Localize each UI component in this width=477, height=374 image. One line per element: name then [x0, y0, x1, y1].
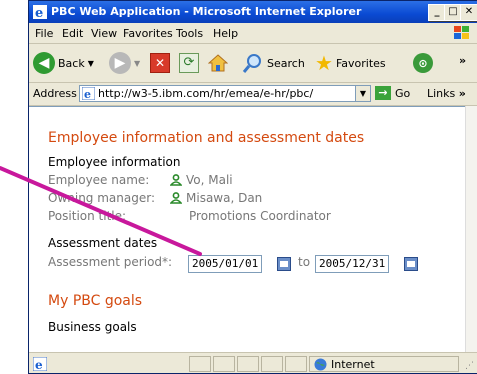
address-label: Address [33, 87, 77, 100]
toolbar-overflow-icon[interactable]: » [459, 54, 466, 67]
media-icon: ⊙ [413, 53, 433, 73]
menu-help[interactable]: Help [213, 27, 238, 40]
chevron-down-icon: ▼ [87, 58, 94, 68]
go-label: Go [395, 86, 411, 100]
close-button[interactable]: ✕ [460, 4, 477, 21]
back-label: Back [58, 56, 85, 70]
stop-button[interactable]: ✕ [150, 52, 170, 74]
home-icon [208, 54, 228, 72]
title-bar: e PBC Web Application - Microsoft Intern… [29, 1, 477, 23]
svg-text:e: e [35, 6, 43, 19]
back-arrow-icon: ◀ [33, 52, 55, 74]
address-url: http://w3-5.ibm.com/hr/emea/e-hr/pbc/ [98, 87, 314, 100]
employee-name: Vo, Mali [170, 173, 233, 187]
links-label: Links [427, 87, 456, 100]
search-label: Search [267, 56, 305, 70]
globe-icon [314, 358, 327, 370]
zone-label: Internet [331, 357, 375, 371]
search-button[interactable]: Search [242, 52, 305, 74]
links-button[interactable]: Links » [427, 87, 466, 100]
menu-edit[interactable]: Edit [62, 27, 83, 40]
menu-tools[interactable]: Tools [176, 27, 203, 40]
vertical-scrollbar[interactable] [465, 106, 477, 352]
status-cell [261, 356, 283, 372]
page-content: Employee information and assessment date… [29, 106, 465, 353]
address-input[interactable]: e http://w3-5.ibm.com/hr/emea/e-hr/pbc/ … [79, 85, 371, 102]
search-icon [242, 54, 261, 73]
resize-grip-icon[interactable]: ⋰ [465, 361, 474, 371]
status-cell [213, 356, 235, 372]
address-bar: Address e http://w3-5.ibm.com/hr/emea/e-… [29, 83, 477, 106]
refresh-icon: ⟳ [179, 53, 199, 73]
window-title: PBC Web Application - Microsoft Internet… [51, 5, 362, 18]
menu-bar: File Edit View Favorites Tools Help [29, 23, 477, 44]
owning-manager-value: Misawa, Dan [186, 191, 263, 205]
toolbar: ◀ Back ▼ ▶ ▼ ✕ ⟳ Search ★ Favorites ⊙ » [29, 44, 477, 83]
zone-cell: Internet [309, 356, 459, 372]
forward-arrow-icon: ▶ [109, 52, 131, 74]
to-label: to [298, 255, 311, 269]
person-icon [170, 174, 182, 186]
stop-icon: ✕ [150, 53, 170, 73]
status-cell [237, 356, 259, 372]
forward-button[interactable]: ▶ ▼ [109, 52, 140, 74]
menu-view[interactable]: View [91, 27, 117, 40]
status-cell [285, 356, 307, 372]
media-button[interactable]: ⊙ [413, 52, 433, 74]
calendar-icon[interactable] [404, 257, 418, 271]
chevron-down-icon: ▼ [134, 58, 141, 68]
star-icon: ★ [315, 51, 333, 75]
page-status-icon: e [33, 357, 47, 371]
person-icon [170, 192, 182, 204]
status-bar: e Internet ⋰ [29, 352, 477, 373]
end-date-input[interactable]: 2005/12/31 [315, 255, 390, 273]
owning-manager-label: Owning manager: [48, 191, 156, 205]
go-arrow-icon: → [375, 86, 391, 100]
employee-section-heading: Employee information [48, 155, 181, 169]
svg-text:e: e [35, 358, 43, 371]
business-goals-heading: Business goals [48, 320, 137, 334]
refresh-button[interactable]: ⟳ [179, 52, 199, 74]
address-dropdown[interactable]: ▼ [355, 86, 370, 101]
position-title-label: Position title: [48, 209, 127, 223]
employee-name-value: Vo, Mali [186, 173, 233, 187]
calendar-icon[interactable] [277, 257, 291, 271]
start-date-input[interactable]: 2005/01/01 [188, 255, 263, 273]
home-button[interactable] [208, 52, 228, 74]
ie-icon: e [33, 5, 47, 19]
goals-heading: My PBC goals [48, 293, 143, 309]
svg-text:e: e [84, 88, 91, 100]
windows-logo-icon [454, 26, 469, 39]
go-button[interactable]: → Go [375, 86, 410, 100]
status-cell [189, 356, 211, 372]
links-overflow-icon: » [458, 87, 466, 100]
page-title: Employee information and assessment date… [48, 130, 365, 146]
assessment-section-heading: Assessment dates [48, 236, 158, 250]
employee-name-label: Employee name: [48, 173, 150, 187]
position-title: Promotions Coordinator [189, 209, 331, 223]
menu-favorites[interactable]: Favorites [123, 27, 173, 40]
favorites-label: Favorites [335, 56, 386, 70]
favorites-button[interactable]: ★ Favorites [315, 51, 386, 75]
browser-window: e PBC Web Application - Microsoft Intern… [28, 0, 477, 374]
owning-manager: Misawa, Dan [170, 191, 262, 205]
back-button[interactable]: ◀ Back ▼ [33, 52, 94, 74]
assessment-period-label: Assessment period*: [48, 255, 173, 269]
menu-file[interactable]: File [35, 27, 53, 40]
page-icon: e [82, 87, 95, 100]
